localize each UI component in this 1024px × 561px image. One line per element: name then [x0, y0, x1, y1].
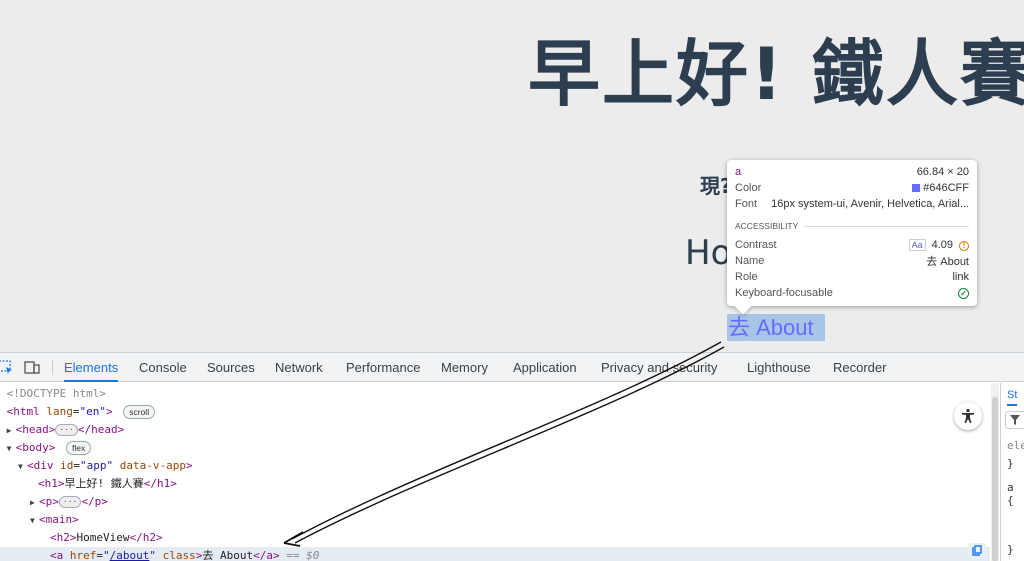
ellipsis-icon[interactable]: ···: [55, 424, 78, 436]
styles-pane: St ele } a { }: [1000, 383, 1024, 561]
tooltip-role-value: link: [952, 271, 969, 283]
tab-application[interactable]: Application: [513, 353, 577, 382]
styles-a-rule: a {: [1007, 481, 1014, 507]
dom-main-node[interactable]: ▼ <main>: [0, 511, 990, 529]
collapse-arrow-icon[interactable]: ▼: [18, 458, 27, 476]
tab-elements[interactable]: Elements: [64, 353, 119, 382]
tooltip-section-accessibility: ACCESSIBILITY: [735, 221, 969, 231]
devtools-toolbar: Elements Console Sources Network Perform…: [0, 353, 1024, 382]
tooltip-font-value: 16px system-ui, Avenir, Helvetica, Arial…: [771, 198, 969, 210]
accessibility-icon: [962, 408, 974, 423]
filter-icon: [1010, 415, 1020, 425]
page-heading: 早上好! 鐵人賽: [528, 32, 1024, 116]
href-link[interactable]: /about: [110, 549, 150, 561]
tooltip-contrast-label: Contrast: [735, 239, 777, 251]
dom-a-node-selected[interactable]: <a href="/about" class>去 About</a> == $0: [0, 547, 990, 561]
scrollbar-thumb[interactable]: [992, 397, 998, 561]
tab-recorder[interactable]: Recorder: [833, 353, 886, 382]
collapse-arrow-icon[interactable]: ▼: [30, 512, 39, 530]
tab-styles[interactable]: St: [1007, 386, 1018, 406]
tooltip-role-label: Role: [735, 271, 758, 283]
collapse-arrow-icon[interactable]: ▼: [7, 440, 16, 458]
page-subheading: Ho: [685, 233, 732, 273]
tooltip-font-label: Font: [735, 198, 758, 210]
tab-console[interactable]: Console: [139, 353, 187, 382]
expand-arrow-icon[interactable]: ▶: [30, 494, 39, 512]
dom-body-node[interactable]: ▼ <body> flex: [0, 439, 990, 457]
tooltip-focus-label: Keyboard-focusable: [735, 287, 833, 299]
dom-h2-node[interactable]: <h2>HomeView</h2>: [0, 529, 990, 547]
dom-html-node[interactable]: <html lang="en"> scroll: [0, 403, 990, 421]
inspect-tooltip: a 66.84 × 20 Color #646CFF Font 16px sys…: [727, 160, 977, 315]
scroll-badge[interactable]: scroll: [123, 405, 156, 419]
tooltip-size: 66.84 × 20: [916, 166, 969, 178]
dom-h1-node[interactable]: <h1>早上好! 鐵人賽</h1>: [0, 475, 990, 493]
dom-p-node[interactable]: ▶ <p> ··· </p>: [0, 493, 990, 511]
tooltip-tag: a: [735, 166, 742, 178]
device-toolbar-icon[interactable]: [24, 359, 40, 375]
tab-performance[interactable]: Performance: [346, 353, 420, 382]
tooltip-color-label: Color: [735, 182, 762, 194]
devtools-panel: Elements Console Sources Network Perform…: [0, 352, 1024, 561]
tooltip-name-label: Name: [735, 255, 765, 267]
accessibility-tree-button[interactable]: [954, 402, 982, 430]
about-link[interactable]: 去 About: [728, 314, 814, 341]
styles-element-rule: ele: [1007, 439, 1024, 452]
tab-sources[interactable]: Sources: [207, 353, 255, 382]
check-icon: ✓: [958, 287, 969, 299]
expand-arrow-icon[interactable]: ▶: [7, 422, 16, 440]
inspect-element-icon[interactable]: [0, 359, 14, 375]
color-swatch: [912, 184, 921, 193]
tab-memory[interactable]: Memory: [441, 353, 488, 382]
copy-button[interactable]: [968, 543, 986, 559]
tooltip-contrast-value: 4.09: [931, 239, 953, 251]
tooltip-color-value: #646CFF: [923, 182, 969, 194]
dom-scrollbar[interactable]: [991, 383, 999, 561]
filter-box[interactable]: [1005, 411, 1024, 429]
tab-privacy-security[interactable]: Privacy and security: [601, 353, 717, 382]
dom-head-node[interactable]: ▶ <head> ··· </head>: [0, 421, 990, 439]
dom-doctype[interactable]: <!DOCTYPE html>: [0, 385, 990, 403]
tab-network[interactable]: Network: [275, 353, 323, 382]
tab-lighthouse[interactable]: Lighthouse: [747, 353, 811, 382]
ellipsis-icon[interactable]: ···: [58, 496, 82, 508]
warning-icon: !: [959, 241, 969, 251]
styles-rule-close: }: [1007, 457, 1014, 470]
tooltip-name-value: 去 About: [926, 256, 969, 268]
contrast-aa-icon: Aa: [908, 239, 926, 251]
copy-icon: [972, 545, 982, 556]
flex-badge[interactable]: flex: [66, 441, 92, 455]
dom-tree: <!DOCTYPE html> <html lang="en"> scroll …: [0, 383, 990, 561]
toolbar-divider: [52, 360, 53, 375]
selected-marker: == $0: [286, 549, 320, 561]
styles-rule-close: }: [1007, 543, 1014, 556]
dom-div-app[interactable]: ▼ <div id="app" data-v-app>: [0, 457, 990, 475]
page-viewport: 早上好! 鐵人賽 現? Ho 去 About a 66.84 × 20 Colo…: [0, 0, 1024, 352]
